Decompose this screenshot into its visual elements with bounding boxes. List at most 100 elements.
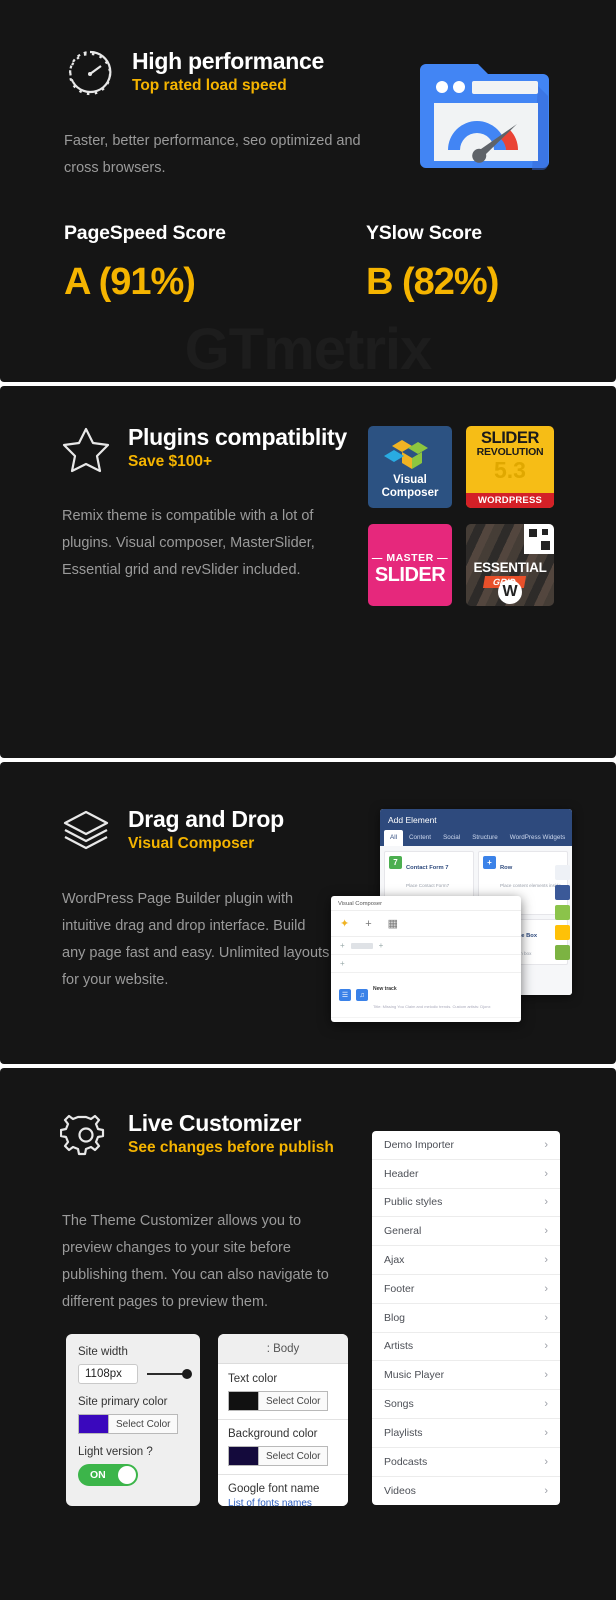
vc-logo-icon[interactable]: ✦ (340, 917, 349, 930)
tab-wordpress-widgets[interactable]: WordPress Widgets (504, 830, 572, 846)
tab-content[interactable]: Content (403, 830, 437, 846)
site-settings-panel: Site width Site primary color Select Col… (66, 1334, 200, 1506)
menu-label: Playlists (384, 1426, 423, 1439)
chevron-right-icon: › (544, 1167, 548, 1180)
row-controls[interactable]: + + (331, 937, 521, 955)
chevron-right-icon: › (544, 1340, 548, 1353)
section-subtitle: See changes before publish (128, 1139, 334, 1156)
chevron-right-icon: › (544, 1455, 548, 1468)
visual-composer-window[interactable]: Visual Composer ✦ + ▦ + + + ☰ ♫ New trac… (331, 896, 521, 1022)
add-column-icon[interactable]: + (379, 941, 384, 950)
logo-master-slider[interactable]: — MASTER — SLIDER (368, 524, 452, 606)
gallery-icon[interactable] (555, 925, 570, 940)
track-title: New track (373, 986, 397, 992)
tab-all[interactable]: All (384, 830, 403, 846)
map-icon[interactable] (555, 945, 570, 960)
add-icon[interactable]: + (365, 918, 371, 930)
tile-label-bottom: SLIDER (374, 564, 446, 586)
site-primary-color-label: Site primary color (78, 1396, 168, 1408)
site-width-slider[interactable] (147, 1369, 192, 1379)
section-title: Plugins compatiblity (128, 424, 347, 450)
tile-footer: WORDPRESS (466, 493, 554, 508)
customizer-menu[interactable]: Demo Importer › Header › Public styles › Ge… (372, 1131, 560, 1506)
menu-item-header[interactable]: Header › (372, 1160, 560, 1189)
score-label: PageSpeed Score (64, 222, 226, 244)
select-color-button[interactable]: Select Color (258, 1391, 329, 1411)
menu-label: Music Player (384, 1369, 445, 1382)
track-list-icon: ☰ (339, 989, 351, 1001)
section-live-customizer: Live Customizer See changes before publi… (0, 1068, 616, 1600)
site-width-field (78, 1364, 192, 1384)
speedometer-icon (64, 46, 116, 98)
menu-item-artists[interactable]: Artists › (372, 1333, 560, 1362)
section-title: Live Customizer (128, 1110, 302, 1136)
templates-icon[interactable]: ▦ (388, 917, 398, 930)
menu-item-videos[interactable]: Videos › (372, 1477, 560, 1506)
track-row[interactable]: ☰ ♫ New track Title: Missing You Claim a… (331, 973, 521, 1018)
score-yslow: YSlow Score B (82%) (308, 222, 616, 304)
menu-label: Public styles (384, 1196, 443, 1209)
drag-drop-heading: Drag and Drop Visual Composer (60, 804, 284, 856)
color-swatch[interactable] (78, 1414, 108, 1434)
fonts-list-link[interactable]: List of fonts names (228, 1498, 338, 1506)
element-desc: Place Contact Form7 (406, 883, 450, 888)
divider (218, 1474, 348, 1475)
tile-corner-mark (524, 524, 554, 554)
logo-slider-revolution[interactable]: SLIDER REVOLUTION 5.3 WORDPRESS (466, 426, 554, 508)
menu-item-footer[interactable]: Footer › (372, 1275, 560, 1304)
element-tabs[interactable]: All Content Social Structure WordPress W… (380, 830, 572, 846)
menu-label: General (384, 1225, 422, 1238)
score-label: YSlow Score (366, 222, 482, 244)
tab-structure[interactable]: Structure (466, 830, 504, 846)
menu-item-general[interactable]: General › (372, 1217, 560, 1247)
chevron-right-icon: › (544, 1254, 548, 1267)
tile-label-top: — MASTER — (371, 552, 449, 564)
select-color-button[interactable]: Select Color (258, 1446, 329, 1466)
menu-label: Videos (384, 1484, 416, 1497)
score-value: A (91%) (64, 261, 196, 303)
chevron-right-icon: › (544, 1138, 548, 1151)
menu-item-public-styles[interactable]: Public styles › (372, 1189, 560, 1218)
menu-label: Artists (384, 1340, 414, 1353)
logo-visual-composer[interactable]: Visual Composer (368, 426, 452, 508)
select-color-button[interactable]: Select Color (108, 1414, 179, 1434)
body-panel-title: : Body (218, 1334, 348, 1364)
element-shortcut-column (555, 865, 570, 960)
menu-label: Header (384, 1167, 419, 1180)
element-title: Row (500, 865, 513, 871)
chevron-right-icon: › (544, 1196, 548, 1209)
section-drag-and-drop: Drag and Drop Visual Composer WordPress … (0, 762, 616, 1064)
menu-item-music-player[interactable]: Music Player › (372, 1361, 560, 1391)
color-swatch[interactable] (228, 1391, 258, 1411)
light-version-toggle[interactable]: ON (78, 1464, 138, 1486)
logo-essential-grid[interactable]: ESSENTIAL GRID W (466, 524, 554, 606)
track-row[interactable]: ♫ New track Title: All Around - Progress… (331, 1018, 521, 1022)
menu-item-demo-importer[interactable]: Demo Importer › (372, 1131, 560, 1160)
body-panel-content: Text color Select Color Background color… (218, 1364, 348, 1506)
row-controls[interactable]: + (331, 955, 521, 973)
menu-item-ajax[interactable]: Ajax › (372, 1246, 560, 1275)
high-performance-heading: High performance Top rated load speed (64, 46, 324, 98)
add-element-icon[interactable]: + (340, 959, 345, 968)
text-block-icon[interactable] (555, 865, 570, 880)
section-subtitle: Save $100+ (128, 453, 213, 470)
menu-label: Demo Importer (384, 1138, 455, 1151)
tab-woocommerce[interactable]: WooC (571, 830, 572, 846)
menu-item-playlists[interactable]: Playlists › (372, 1419, 560, 1448)
section-subtitle: Visual Composer (128, 835, 255, 852)
tab-social[interactable]: Social (437, 830, 466, 846)
menu-item-blog[interactable]: Blog › (372, 1304, 560, 1333)
menu-item-songs[interactable]: Songs › (372, 1390, 560, 1419)
divider (218, 1419, 348, 1420)
menu-label: Podcasts (384, 1455, 428, 1468)
add-column-icon[interactable]: + (340, 941, 345, 950)
plugins-heading: Plugins compatiblity Save $100+ (60, 422, 347, 474)
column-segment[interactable] (350, 942, 373, 949)
image-icon[interactable] (555, 905, 570, 920)
layers-icon (60, 804, 112, 856)
browser-speed-illustration (418, 50, 551, 180)
facebook-icon[interactable] (555, 885, 570, 900)
color-swatch[interactable] (228, 1446, 258, 1466)
site-width-input[interactable] (78, 1364, 138, 1384)
menu-item-podcasts[interactable]: Podcasts › (372, 1448, 560, 1477)
